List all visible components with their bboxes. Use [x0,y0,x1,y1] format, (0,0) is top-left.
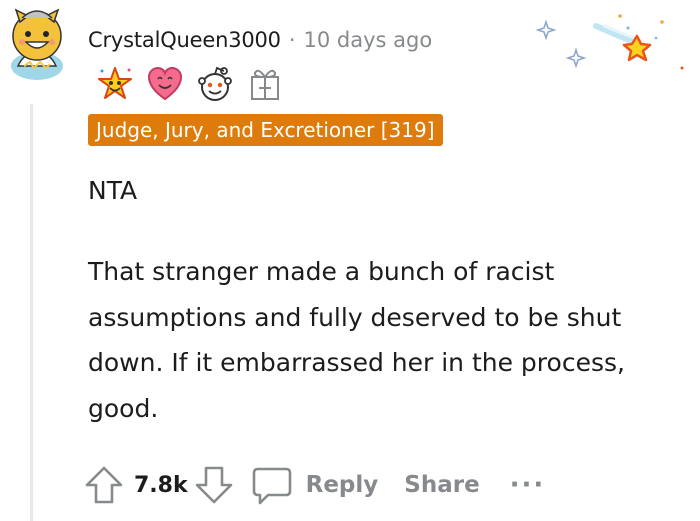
reply-label: Reply [305,472,379,498]
reply-button[interactable]: Reply [250,463,379,507]
awards-row [96,64,284,104]
upvote-arrow-icon[interactable] [82,463,126,507]
comment-bubble-icon [252,467,291,505]
comment-meta: CrystalQueen3000 · 10 days ago [88,24,432,56]
vote-score: 7.8k [134,472,188,498]
snoo-award-icon[interactable] [196,65,234,103]
shooting-star-icon [535,14,684,70]
heart-eyes-award-icon[interactable] [146,65,184,103]
snoo-avatar-icon [11,8,63,80]
add-award-gift-icon[interactable] [246,65,284,103]
user-flair: Judge, Jury, and Excretioner [319] [88,114,443,146]
username-link[interactable]: CrystalQueen3000 [88,28,281,52]
more-options-button[interactable]: ··· [510,470,546,500]
comment-verdict: NTA [88,176,138,205]
star-struck-award-icon[interactable] [96,65,134,103]
timestamp[interactable]: 10 days ago [304,28,433,52]
share-button[interactable]: Share [404,472,479,498]
share-label: Share [404,472,480,498]
comment-actions: 7.8k Reply Share ··· [82,460,545,510]
thread-line[interactable] [30,104,33,521]
meta-separator: · [288,28,296,52]
user-avatar[interactable] [4,4,70,84]
comment-body: That stranger made a bunch of racist ass… [88,257,625,423]
downvote-arrow-icon[interactable] [192,463,236,507]
